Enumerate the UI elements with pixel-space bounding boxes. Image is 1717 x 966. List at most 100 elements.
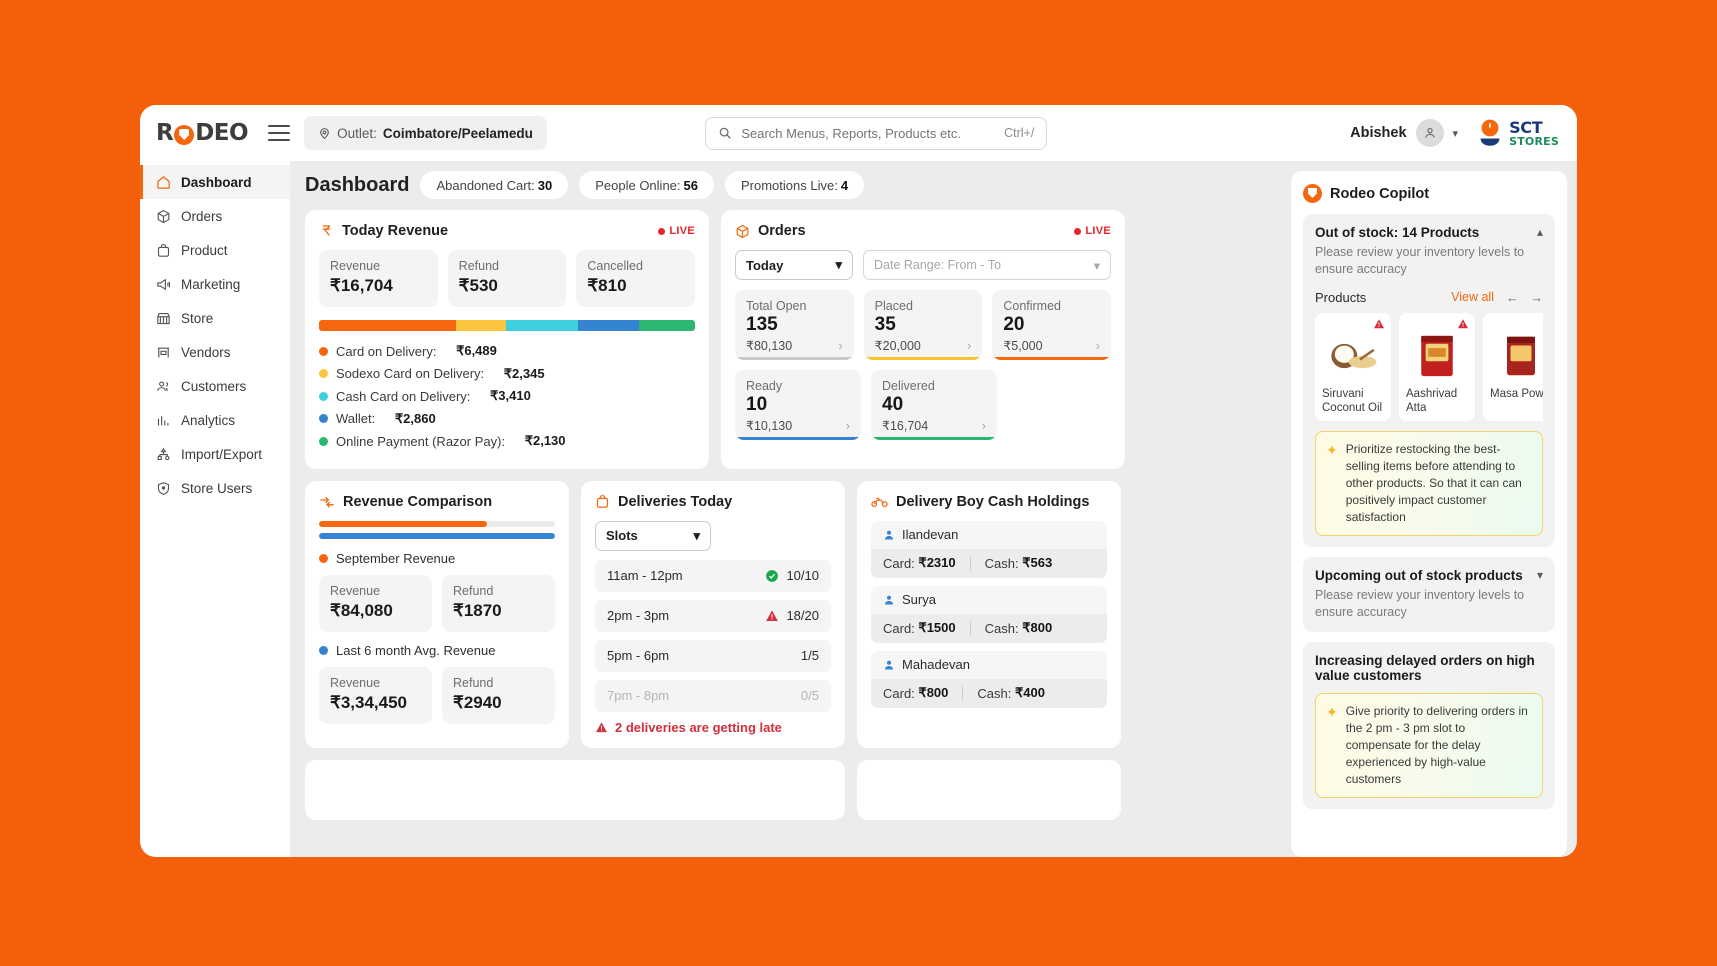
orders-range-select[interactable]: Today ▾: [735, 250, 853, 280]
chevron-right-icon[interactable]: ›: [838, 338, 842, 353]
sidebar-item-label: Dashboard: [181, 175, 252, 190]
user-menu-chevron-down-icon[interactable]: ▾: [1453, 127, 1459, 140]
panel-title: Out of stock: 14 Products: [1315, 225, 1529, 240]
delivery-slot-row[interactable]: 7pm - 8pm0/5: [595, 680, 831, 712]
card-title: Deliveries Today: [618, 494, 732, 510]
order-tile[interactable]: Total Open135₹80,130›: [735, 290, 854, 360]
out-of-stock-product-card[interactable]: Siruvani Coconut Oil: [1315, 313, 1391, 421]
sidebar-item-store[interactable]: Store: [140, 301, 290, 335]
delivery-slot-row[interactable]: 2pm - 3pm18/20: [595, 600, 831, 632]
deliveries-slots-select[interactable]: Slots ▾: [595, 521, 711, 551]
out-of-stock-product-card[interactable]: Aashrivad Atta: [1399, 313, 1475, 421]
storefront-icon: [155, 310, 171, 326]
tile-amount: ₹10,130: [746, 418, 792, 433]
card-amount: ₹1500: [918, 620, 955, 636]
stat-value: ₹3,34,450: [330, 693, 421, 713]
metric-pill-people-online[interactable]: People Online: 56: [579, 171, 714, 199]
delivery-slot-row[interactable]: 11am - 12pm10/10: [595, 560, 831, 592]
cash-amount: ₹800: [1022, 620, 1052, 636]
rodeo-logo[interactable]: RDEO: [156, 120, 248, 146]
sidebar-item-label: Store Users: [181, 481, 252, 496]
order-tile[interactable]: Ready10₹10,130›: [735, 370, 861, 440]
order-tile[interactable]: Confirmed20₹5,000›: [992, 290, 1111, 360]
product-image: [1490, 330, 1543, 382]
outlet-selector[interactable]: Outlet: Coimbatore/Peelamedu: [304, 116, 547, 150]
pill-label: Abandoned Cart:: [436, 178, 534, 193]
comparison-legend-last-6-month: Last 6 month Avg. Revenue: [319, 643, 555, 658]
tile-count: 10: [746, 394, 850, 416]
top-selling-products-card: [857, 760, 1121, 820]
chevron-right-icon[interactable]: ›: [846, 418, 850, 433]
dashboard-row-3: [305, 760, 1281, 820]
copilot-panel-delayed-orders: Increasing delayed orders on high value …: [1303, 642, 1555, 809]
sidebar-item-product[interactable]: Product: [140, 233, 290, 267]
tile-amount: ₹5,000: [1003, 338, 1042, 353]
arrow-right-icon[interactable]: →: [1530, 290, 1543, 305]
stat-label: Refund: [453, 676, 544, 690]
sidebar-item-analytics[interactable]: Analytics: [140, 403, 290, 437]
panel-header[interactable]: Out of stock: 14 Products Please review …: [1315, 225, 1543, 279]
card-header: Today Revenue LIVE: [319, 223, 695, 239]
menu-toggle-button[interactable]: [268, 125, 290, 141]
divider: [970, 556, 971, 571]
metric-pill-abandoned-cart[interactable]: Abandoned Cart: 30: [420, 171, 568, 199]
divider: [962, 686, 963, 701]
card-title: Delivery Boy Cash Holdings: [896, 494, 1089, 510]
chevron-right-icon[interactable]: ›: [1096, 338, 1100, 353]
stat-value: ₹84,080: [330, 601, 421, 621]
hamburger-line: [268, 139, 290, 141]
breakdown-value: ₹2,345: [504, 366, 545, 382]
slot-time: 2pm - 3pm: [607, 608, 669, 623]
lamp-icon: [1477, 119, 1503, 147]
search-bar[interactable]: Ctrl+/: [705, 117, 1047, 150]
pill-value: 30: [538, 178, 552, 193]
sidebar-item-store-users[interactable]: Store Users: [140, 471, 290, 505]
sidebar-item-customers[interactable]: Customers: [140, 369, 290, 403]
sidebar-item-marketing[interactable]: Marketing: [140, 267, 290, 301]
delivery-slot-row[interactable]: 5pm - 6pm1/5: [595, 640, 831, 672]
products-header: Products View all ← →: [1315, 290, 1543, 305]
slot-count: 0/5: [801, 688, 819, 703]
legend-label: Last 6 month Avg. Revenue: [336, 643, 495, 658]
sidebar: Dashboard Orders Product Marketing: [140, 161, 291, 857]
orders-date-range-input[interactable]: Date Range: From - To ▾: [863, 250, 1111, 280]
sidebar-item-label: Vendors: [181, 345, 231, 360]
order-tile[interactable]: Delivered40₹16,704›: [871, 370, 997, 440]
tile-accent-bar: [735, 437, 861, 440]
body: Dashboard Orders Product Marketing: [140, 161, 1577, 857]
search-input[interactable]: [741, 126, 995, 141]
sidebar-item-import-export[interactable]: Import/Export: [140, 437, 290, 471]
orders-tiles-top: Total Open135₹80,130›Placed35₹20,000›Con…: [735, 290, 1111, 360]
user-area: Abishek ▾ SCT STORES: [1350, 119, 1559, 147]
september-stats: Revenue ₹84,080 Refund ₹1870: [319, 575, 555, 632]
chevron-right-icon[interactable]: ›: [982, 418, 986, 433]
sidebar-item-dashboard[interactable]: Dashboard: [140, 165, 290, 199]
product-image: [1406, 330, 1468, 382]
payment-segment: [456, 320, 506, 331]
chevron-right-icon[interactable]: ›: [967, 338, 971, 353]
view-all-link[interactable]: View all: [1451, 290, 1494, 304]
app-window: RDEO Outlet: Coimbatore/Peelamedu Ctrl: [140, 105, 1577, 857]
breakdown-value: ₹6,489: [456, 343, 497, 359]
chevron-down-icon[interactable]: ▾: [1537, 568, 1543, 582]
person-icon: [883, 659, 895, 671]
top-bar: RDEO Outlet: Coimbatore/Peelamedu Ctrl: [140, 105, 1577, 161]
stat-label: Refund: [459, 259, 556, 273]
avatar[interactable]: [1416, 119, 1444, 147]
products-carousel-nav: ← →: [1506, 290, 1543, 305]
payment-segment: [578, 320, 639, 331]
arrow-left-icon[interactable]: ←: [1506, 290, 1519, 305]
sidebar-item-orders[interactable]: Orders: [140, 199, 290, 233]
tile-amount: ₹16,704: [882, 418, 928, 433]
sidebar-item-vendors[interactable]: Vendors: [140, 335, 290, 369]
legend-dot-icon: [319, 414, 328, 423]
out-of-stock-product-card[interactable]: Masa Powd: [1483, 313, 1543, 421]
slots-select-value: Slots: [606, 528, 638, 543]
comparison-bar-track: [319, 533, 555, 539]
order-tile[interactable]: Placed35₹20,000›: [864, 290, 983, 360]
metric-pill-promotions-live[interactable]: Promotions Live: 4: [725, 171, 864, 199]
panel-header[interactable]: Upcoming out of stock products Please re…: [1315, 568, 1543, 622]
chevron-up-icon[interactable]: ▴: [1537, 225, 1543, 239]
stat-cancelled: Cancelled ₹810: [576, 250, 695, 307]
tile-count: 35: [875, 314, 972, 336]
